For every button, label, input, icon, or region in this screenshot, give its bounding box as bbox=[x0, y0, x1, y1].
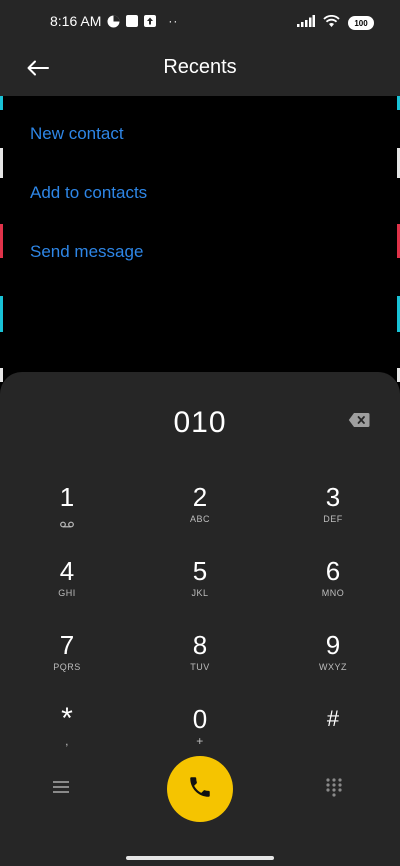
key-digit: # bbox=[326, 706, 340, 731]
add-to-contacts-link[interactable]: Add to contacts bbox=[30, 183, 147, 203]
app-header: Recents bbox=[0, 44, 400, 96]
call-button[interactable] bbox=[167, 756, 233, 822]
status-left: 8:16 AM ·· bbox=[50, 13, 178, 29]
key-letters: WXYZ bbox=[319, 662, 347, 672]
edge-indicator bbox=[0, 368, 3, 382]
key-digit: 1 bbox=[59, 482, 75, 512]
key-digit: 7 bbox=[59, 630, 75, 660]
key-digit: 6 bbox=[325, 556, 341, 586]
send-message-link[interactable]: Send message bbox=[30, 242, 143, 262]
key-2[interactable]: 2 ABC bbox=[155, 482, 245, 544]
battery-indicator: 100 bbox=[348, 16, 374, 30]
signal-icon bbox=[297, 14, 315, 32]
edge-indicator bbox=[0, 224, 3, 258]
key-letters: ABC bbox=[189, 514, 210, 524]
key-1[interactable]: 1 bbox=[22, 482, 112, 544]
page-title: Recents bbox=[163, 56, 237, 78]
hamburger-icon bbox=[53, 780, 69, 799]
status-right: 100 bbox=[297, 14, 374, 32]
backspace-button[interactable] bbox=[348, 412, 370, 428]
voicemail-icon bbox=[22, 515, 112, 533]
key-digit: 9 bbox=[325, 630, 341, 660]
pie-chart-icon bbox=[107, 15, 120, 28]
key-9[interactable]: 9 WXYZ bbox=[288, 630, 378, 692]
edge-indicator bbox=[0, 148, 3, 178]
phone-icon bbox=[187, 774, 213, 805]
dialpad-panel: 010 1 2 ABC 3 DEF 4 GHI 5 JKL 6 MNO 7 PQ… bbox=[0, 372, 400, 866]
status-time: 8:16 AM bbox=[50, 13, 102, 29]
wifi-icon bbox=[323, 14, 340, 32]
upload-icon bbox=[144, 15, 157, 27]
key-3[interactable]: 3 DEF bbox=[288, 482, 378, 544]
edge-indicator bbox=[0, 96, 3, 110]
dialpad-grid-icon bbox=[326, 778, 342, 804]
notification-square-icon bbox=[126, 15, 139, 27]
key-letters: JKL bbox=[191, 588, 209, 598]
key-letters: PQRS bbox=[53, 662, 81, 672]
number-actions: New contact Add to contacts Send message bbox=[0, 96, 400, 386]
key-4[interactable]: 4 GHI bbox=[22, 556, 112, 618]
key-digit: 3 bbox=[325, 482, 341, 512]
key-letters: , bbox=[65, 734, 69, 748]
backspace-icon bbox=[348, 413, 370, 432]
key-5[interactable]: 5 JKL bbox=[155, 556, 245, 618]
key-digit: 0 bbox=[192, 704, 208, 734]
dialpad-bottom-bar bbox=[0, 756, 400, 826]
key-letters: + bbox=[196, 734, 204, 748]
key-letters: GHI bbox=[58, 588, 76, 598]
key-7[interactable]: 7 PQRS bbox=[22, 630, 112, 692]
key-digit: 8 bbox=[192, 630, 208, 660]
key-digit: * bbox=[61, 702, 73, 735]
home-indicator[interactable] bbox=[126, 856, 274, 860]
status-bar: 8:16 AM ·· 100 bbox=[0, 0, 400, 44]
dialed-number: 010 bbox=[173, 406, 227, 439]
new-contact-link[interactable]: New contact bbox=[30, 124, 124, 144]
key-6[interactable]: 6 MNO bbox=[288, 556, 378, 618]
dialpad-toggle-button[interactable] bbox=[326, 778, 348, 800]
menu-button[interactable] bbox=[50, 778, 72, 800]
edge-indicator bbox=[0, 296, 3, 332]
key-digit: 2 bbox=[192, 482, 208, 512]
key-letters: DEF bbox=[323, 514, 343, 524]
key-letters: TUV bbox=[190, 662, 210, 672]
key-digit: 5 bbox=[192, 556, 208, 586]
key-letters: MNO bbox=[321, 588, 345, 598]
more-notifications-icon: ·· bbox=[168, 14, 179, 28]
key-8[interactable]: 8 TUV bbox=[155, 630, 245, 692]
key-digit: 4 bbox=[59, 556, 75, 586]
